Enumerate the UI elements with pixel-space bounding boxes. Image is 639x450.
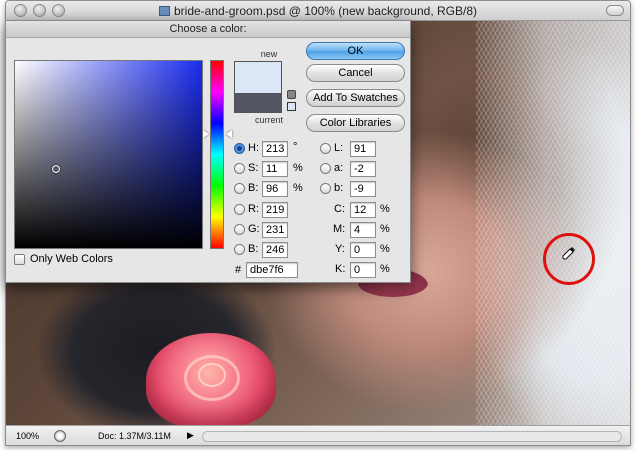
brightness-label: B: [248,182,259,194]
horizontal-scrollbar[interactable] [202,431,622,442]
red-radio[interactable] [234,204,245,215]
hue-slider-handle-left[interactable] [203,130,209,138]
status-doc-size: Doc: 1.37M/3.11M [98,431,171,441]
status-info-icon[interactable] [54,430,66,442]
current-color-label: current [254,115,283,125]
lab-a-field[interactable]: -2 [350,161,376,177]
only-web-colors-checkbox[interactable] [14,254,25,265]
lab-b-label: b: [334,182,344,194]
hue-label: H: [248,142,259,154]
green-radio[interactable] [234,224,245,235]
current-color-swatch[interactable] [234,93,282,113]
color-field-marker[interactable] [52,165,60,173]
blue-label: B: [248,243,259,255]
new-color-label: new [260,49,278,59]
lab-l-radio[interactable] [320,143,331,154]
document-title: bride-and-groom.psd @ 100% (new backgrou… [6,4,630,18]
ok-button[interactable]: OK [306,42,405,60]
yellow-unit: % [380,243,390,255]
lab-l-field[interactable]: 91 [350,141,376,157]
color-picker-dialog: Choose a color: new current OK Cancel Ad… [5,20,411,283]
cyan-unit: % [380,203,390,215]
lab-l-label: L: [334,142,344,154]
lab-a-label: a: [334,162,344,174]
yellow-label: Y: [335,243,345,255]
black-label: K: [335,263,346,275]
black-field[interactable]: 0 [350,262,376,278]
magenta-field[interactable]: 4 [350,222,376,238]
lab-b-field[interactable]: -9 [350,181,376,197]
hue-unit: ° [293,141,298,153]
red-label: R: [248,203,259,215]
saturation-unit: % [293,162,303,174]
dialog-title: Choose a color: [6,21,410,38]
black-unit: % [380,263,390,275]
cancel-button[interactable]: Cancel [306,64,405,82]
cyan-field[interactable]: 12 [350,202,376,218]
brightness-radio[interactable] [234,183,245,194]
hue-radio[interactable] [234,143,245,154]
add-to-swatches-button[interactable]: Add To Swatches [306,89,405,107]
magenta-label: M: [333,223,346,235]
toolbar-toggle-button[interactable] [606,5,624,16]
rose-boutonniere [146,333,276,425]
gamut-warning-icon[interactable] [287,90,296,99]
red-field[interactable]: 219 [262,202,288,218]
hex-label: # [235,264,242,276]
brightness-unit: % [293,182,303,194]
eyedropper-icon [562,247,575,260]
cyan-label: C: [334,203,345,215]
web-safe-swatch[interactable] [287,102,296,111]
new-color-swatch [234,61,282,93]
magenta-unit: % [380,223,390,235]
hue-field[interactable]: 213 [262,141,288,157]
status-zoom-level[interactable]: 100% [16,431,39,441]
document-titlebar: bride-and-groom.psd @ 100% (new backgrou… [6,1,630,21]
color-libraries-button[interactable]: Color Libraries [306,114,405,132]
status-menu-arrow-icon[interactable]: ▶ [187,430,194,441]
blue-radio[interactable] [234,244,245,255]
saturation-field[interactable]: 11 [262,161,288,177]
saturation-radio[interactable] [234,163,245,174]
hex-field[interactable]: dbe7f6 [246,262,298,278]
blue-field[interactable]: 246 [262,242,288,258]
green-label: G: [248,223,260,235]
color-field[interactable] [14,60,203,249]
lab-b-radio[interactable] [320,183,331,194]
saturation-label: S: [248,162,259,174]
lab-a-radio[interactable] [320,163,331,174]
only-web-colors-label[interactable]: Only Web Colors [30,253,113,265]
hue-slider[interactable] [210,60,224,249]
veil-area [476,21,630,425]
psd-file-icon [159,6,170,16]
yellow-field[interactable]: 0 [350,242,376,258]
status-bar: 100% Doc: 1.37M/3.11M ▶ [6,425,630,445]
brightness-field[interactable]: 96 [262,181,288,197]
document-title-text: bride-and-groom.psd @ 100% (new backgrou… [174,4,477,18]
hue-slider-handle-right[interactable] [226,130,232,138]
green-field[interactable]: 231 [262,222,288,238]
